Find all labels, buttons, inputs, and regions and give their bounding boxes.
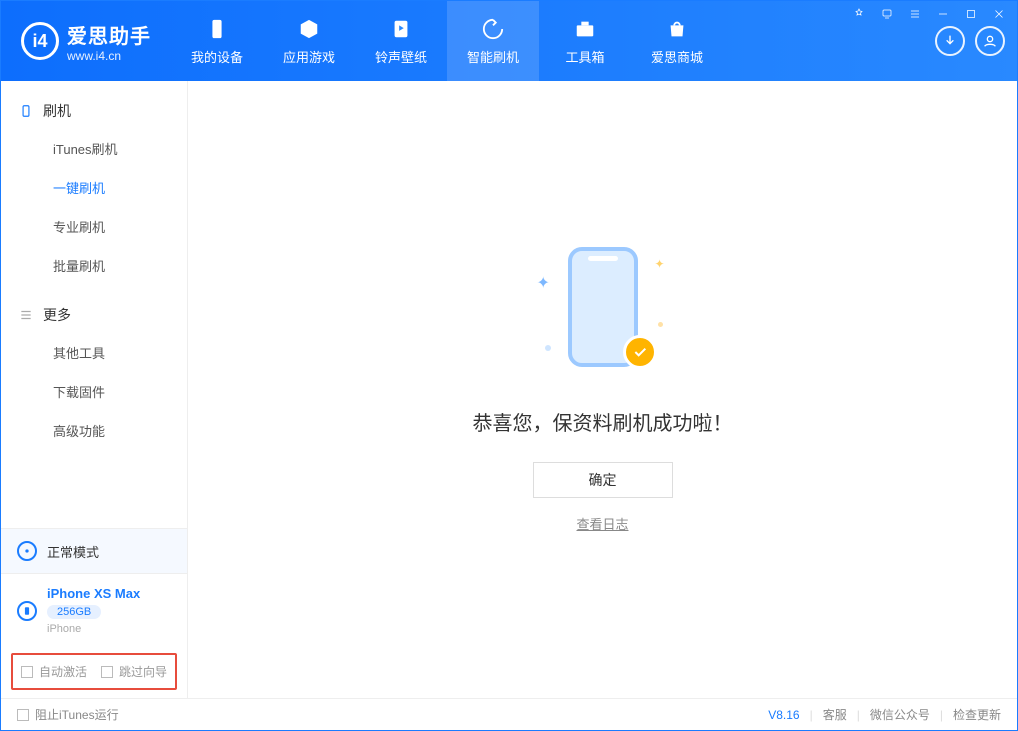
nav-apps[interactable]: 应用游戏	[263, 1, 355, 81]
sidebar-item-download-firmware[interactable]: 下载固件	[1, 372, 187, 411]
device-type: iPhone	[47, 623, 140, 635]
music-icon	[389, 17, 413, 41]
top-nav: 我的设备 应用游戏 铃声壁纸 智能刷机 工具箱 爱思商城	[171, 1, 723, 81]
footer-right: V8.16 | 客服 | 微信公众号 | 检查更新	[768, 706, 1001, 723]
success-illustration: ✦ ✦	[543, 247, 663, 377]
sidebar-item-oneclick-flash[interactable]: 一键刷机	[1, 168, 187, 207]
view-log-link[interactable]: 查看日志	[576, 514, 628, 533]
maximize-button[interactable]	[961, 5, 981, 25]
phone-icon	[17, 601, 37, 621]
checkbox-skip-guide[interactable]: 跳过向导	[101, 663, 167, 680]
checkbox-box	[101, 666, 113, 678]
sidebar: 刷机 iTunes刷机 一键刷机 专业刷机 批量刷机 更多 其他工具 下载固件 …	[1, 81, 188, 698]
device-capacity: 256GB	[47, 605, 101, 619]
checkbox-box	[17, 709, 29, 721]
version-label: V8.16	[768, 708, 799, 722]
device-name: iPhone XS Max	[47, 586, 140, 601]
header-right	[935, 26, 1005, 56]
device-icon	[205, 17, 229, 41]
wechat-link[interactable]: 微信公众号	[870, 706, 930, 723]
sidebar-item-advanced[interactable]: 高级功能	[1, 411, 187, 450]
checkbox-label: 自动激活	[39, 663, 87, 680]
dot-icon	[658, 322, 663, 327]
sidebar-section-more: 更多 其他工具 下载固件 高级功能	[1, 285, 187, 450]
nav-label: 铃声壁纸	[375, 47, 427, 66]
support-link[interactable]: 客服	[823, 706, 847, 723]
sidebar-item-batch-flash[interactable]: 批量刷机	[1, 246, 187, 285]
sparkle-icon: ✦	[654, 257, 664, 271]
menu-icon[interactable]	[905, 5, 925, 25]
check-update-link[interactable]: 检查更新	[953, 706, 1001, 723]
device-panel: 正常模式 iPhone XS Max 256GB iPhone 自动激活 跳过向…	[1, 528, 187, 698]
ok-button[interactable]: 确定	[533, 462, 673, 498]
sparkle-icon: ✦	[537, 273, 550, 293]
device-card[interactable]: iPhone XS Max 256GB iPhone	[1, 573, 187, 647]
body: 刷机 iTunes刷机 一键刷机 专业刷机 批量刷机 更多 其他工具 下载固件 …	[1, 81, 1017, 698]
sidebar-section-flash: 刷机 iTunes刷机 一键刷机 专业刷机 批量刷机	[1, 81, 187, 285]
checkbox-auto-activate[interactable]: 自动激活	[21, 663, 87, 680]
toolbox-icon	[573, 17, 597, 41]
account-button[interactable]	[975, 26, 1005, 56]
sidebar-item-itunes-flash[interactable]: iTunes刷机	[1, 129, 187, 168]
checkbox-label: 跳过向导	[119, 663, 167, 680]
feedback-icon[interactable]	[877, 5, 897, 25]
theme-icon[interactable]	[849, 5, 869, 25]
sidebar-title: 更多	[43, 305, 71, 325]
nav-label: 爱思商城	[651, 47, 703, 66]
list-icon	[19, 308, 33, 322]
checkbox-label: 阻止iTunes运行	[35, 706, 119, 723]
phone-outline-icon	[19, 104, 33, 118]
check-badge-icon	[623, 335, 657, 369]
nav-flash[interactable]: 智能刷机	[447, 1, 539, 81]
refresh-icon	[481, 17, 505, 41]
dot-icon	[545, 345, 551, 351]
mode-icon	[17, 541, 37, 561]
window-controls	[849, 5, 1009, 25]
titlebar: i4 爱思助手 www.i4.cn 我的设备 应用游戏 铃声壁纸 智能刷机 工具…	[1, 1, 1017, 81]
bag-icon	[665, 17, 689, 41]
close-button[interactable]	[989, 5, 1009, 25]
nav-store[interactable]: 爱思商城	[631, 1, 723, 81]
sidebar-head-more[interactable]: 更多	[1, 297, 187, 333]
download-button[interactable]	[935, 26, 965, 56]
nav-label: 我的设备	[191, 47, 243, 66]
sidebar-item-other-tools[interactable]: 其他工具	[1, 333, 187, 372]
nav-my-device[interactable]: 我的设备	[171, 1, 263, 81]
statusbar: 阻止iTunes运行 V8.16 | 客服 | 微信公众号 | 检查更新	[1, 698, 1017, 730]
checkbox-block-itunes[interactable]: 阻止iTunes运行	[17, 706, 119, 723]
cube-icon	[297, 17, 321, 41]
nav-label: 智能刷机	[467, 47, 519, 66]
minimize-button[interactable]	[933, 5, 953, 25]
device-mode: 正常模式	[47, 542, 99, 561]
checkbox-box	[21, 666, 33, 678]
nav-toolbox[interactable]: 工具箱	[539, 1, 631, 81]
main-content: ✦ ✦ 恭喜您，保资料刷机成功啦！ 确定 查看日志	[188, 81, 1017, 698]
options-highlight: 自动激活 跳过向导	[11, 653, 177, 690]
nav-label: 应用游戏	[283, 47, 335, 66]
app-name: 爱思助手	[67, 20, 151, 49]
sidebar-item-pro-flash[interactable]: 专业刷机	[1, 207, 187, 246]
nav-label: 工具箱	[565, 47, 604, 66]
app-logo: i4 爱思助手 www.i4.cn	[21, 20, 151, 63]
sidebar-title: 刷机	[43, 101, 71, 121]
logo-icon: i4	[21, 22, 59, 60]
sidebar-head-flash[interactable]: 刷机	[1, 93, 187, 129]
success-message: 恭喜您，保资料刷机成功啦！	[473, 407, 733, 436]
nav-ringtones[interactable]: 铃声壁纸	[355, 1, 447, 81]
device-mode-card[interactable]: 正常模式	[1, 528, 187, 573]
app-url: www.i4.cn	[67, 49, 151, 63]
